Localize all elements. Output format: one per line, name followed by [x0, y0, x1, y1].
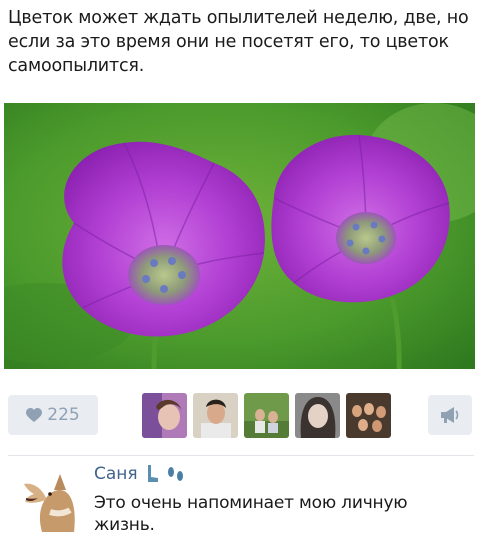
comment: Саня Это очень напоминает мою личную жиз… — [0, 456, 480, 547]
comment-author-name[interactable]: Саня — [94, 464, 138, 484]
comment-text: Это очень напоминает мою личную жизнь. — [94, 493, 408, 535]
share-button[interactable] — [428, 395, 472, 435]
post-text: Цветок может ждать опылителей неделю, дв… — [8, 8, 469, 76]
comment-author: Саня — [94, 464, 186, 484]
howling-dog-avatar — [20, 468, 78, 532]
liker-avatar-1[interactable] — [142, 393, 187, 438]
avatar — [244, 393, 289, 438]
like-count: 225 — [47, 405, 80, 425]
post-actions-bar: 225 — [0, 380, 480, 448]
liker-avatar-5[interactable] — [346, 393, 391, 438]
footprints-emoji-icon — [166, 466, 186, 482]
liker-avatar-2[interactable] — [193, 393, 238, 438]
avatar — [142, 393, 187, 438]
like-button[interactable]: 225 — [8, 395, 98, 435]
comment-author-avatar[interactable] — [20, 468, 78, 532]
post-photo-purple-flowers[interactable] — [4, 103, 475, 369]
avatar — [193, 393, 238, 438]
liker-avatar-4[interactable] — [295, 393, 340, 438]
avatar — [295, 393, 340, 438]
right-flower — [271, 134, 450, 303]
liker-avatar-3[interactable] — [244, 393, 289, 438]
leg-emoji-icon — [144, 465, 160, 483]
heart-icon — [26, 407, 43, 422]
megaphone-icon — [441, 407, 459, 423]
avatar — [346, 393, 391, 438]
